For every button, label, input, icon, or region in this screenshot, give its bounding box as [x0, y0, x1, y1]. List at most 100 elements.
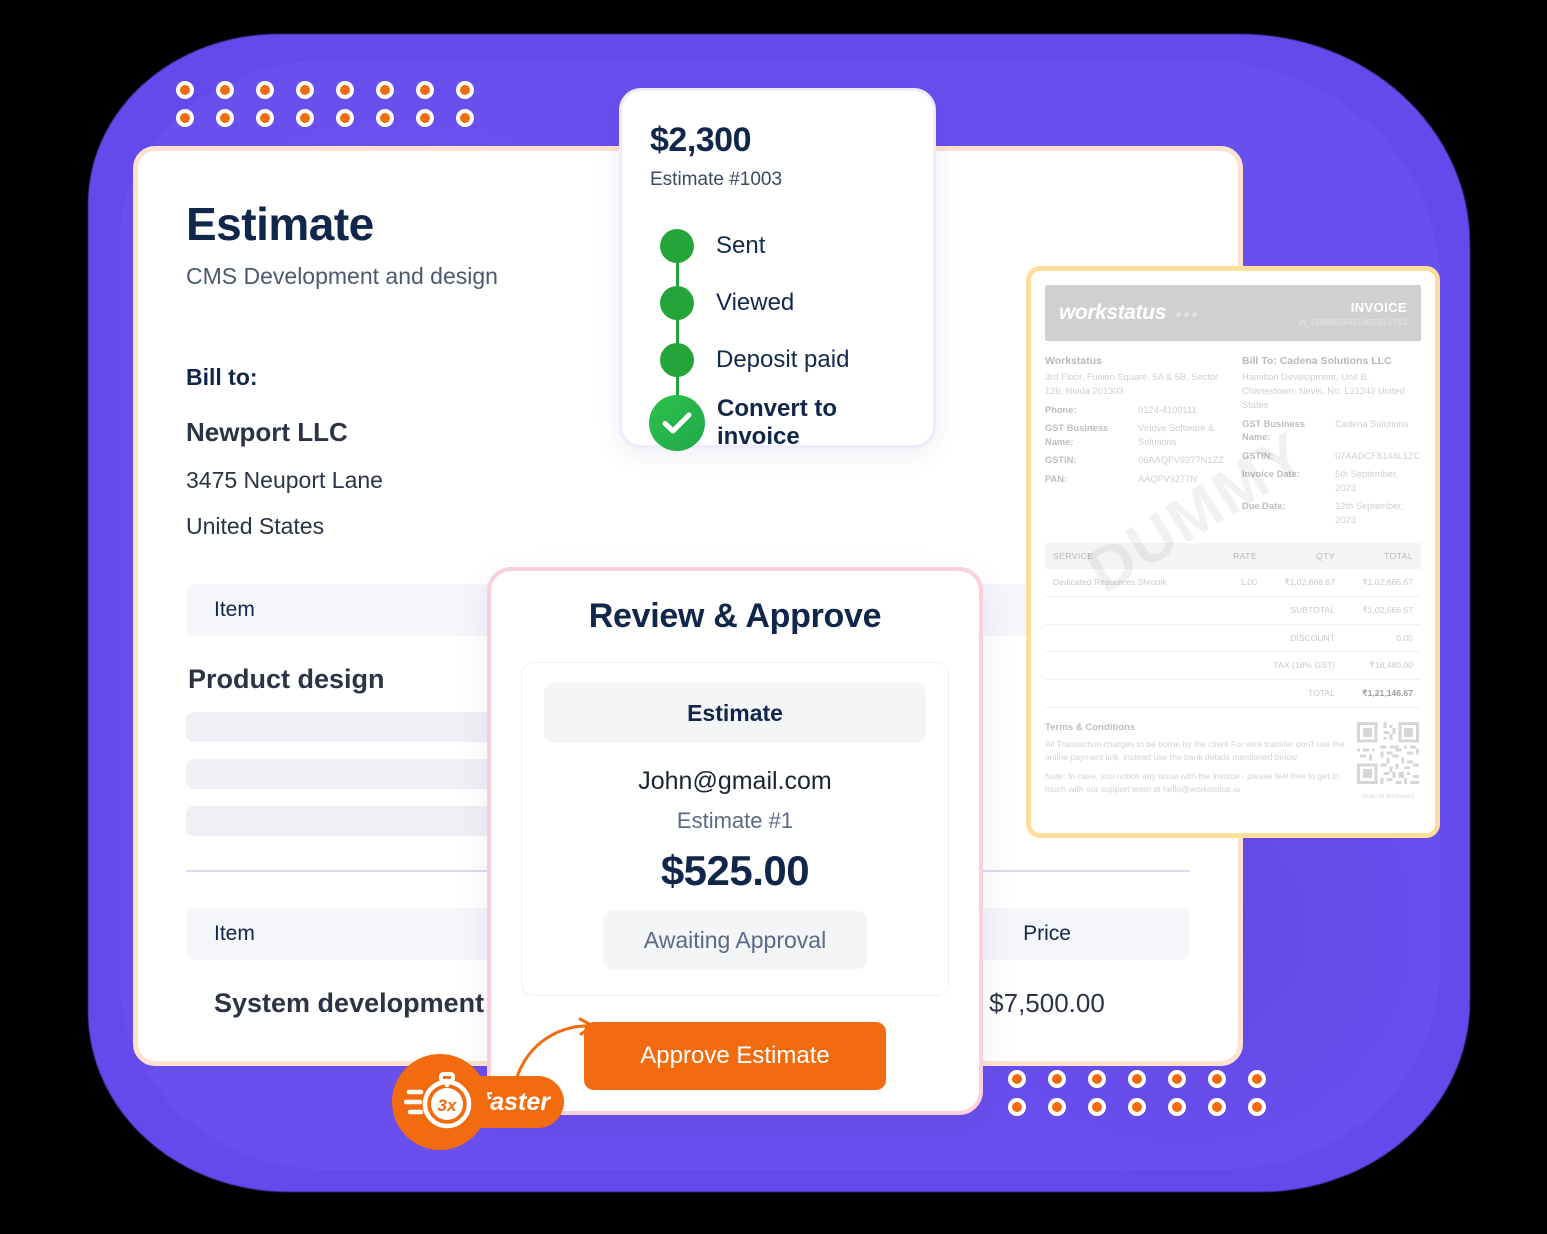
review-estimate-number: Estimate #1 — [676, 808, 794, 833]
three-x-faster-badge: faster 3x — [392, 1017, 595, 1150]
terms-heading: Terms & Conditions — [1045, 722, 1136, 734]
dot — [1248, 1070, 1266, 1088]
estimate-status-card: $2,300 Estimate #1003 Sent Viewed Deposi… — [619, 88, 936, 451]
status-step-convert-to-invoice[interactable]: Convert to invoice — [649, 390, 905, 456]
invoice-summary-row: SUBTOTAL ₹1,02,666.67 — [1045, 597, 1421, 626]
review-details-panel: Estimate John@gmail.com Estimate #1 $525… — [521, 662, 949, 996]
dot — [1208, 1098, 1226, 1116]
td-qty: ₹1,02,666.67 — [1284, 577, 1335, 588]
seller-address: 3rd Floor, Fusion Square, 5A & 5B, Secto… — [1045, 372, 1219, 396]
status-step-sent[interactable]: Sent — [650, 217, 905, 274]
dot — [1008, 1098, 1026, 1116]
qr-code-icon — [1357, 722, 1419, 785]
td-rate: 1.00 — [1240, 577, 1257, 588]
field-value: 0124-4100111 — [1138, 404, 1197, 415]
status-step-deposit-paid[interactable]: Deposit paid — [650, 331, 905, 388]
summary-label: TAX (18% GST) — [1273, 660, 1335, 671]
seller-field: GSTIN: 06AAQFV9277N1ZZ — [1045, 454, 1224, 467]
field-value: 12th September, 2023 — [1335, 501, 1404, 525]
stopwatch-icon: 3x — [392, 1054, 488, 1150]
field-value: 06AAQFV9277N1ZZ — [1138, 455, 1224, 466]
status-estimate-number: Estimate #1003 — [650, 169, 783, 190]
dot — [1048, 1070, 1066, 1088]
buyer-field: GST Business Name: Cadena Solutions — [1242, 418, 1421, 445]
invoice-seller-block: Workstatus 3rd Floor, Fusion Square, 5A … — [1045, 355, 1224, 527]
dot-grid-bottom-right — [1008, 1070, 1266, 1116]
td-service: Dedicated Resources Shronik — [1053, 577, 1167, 588]
dot — [1168, 1070, 1186, 1088]
dot — [1128, 1070, 1146, 1088]
step-label: Deposit paid — [716, 345, 850, 373]
dot — [376, 81, 394, 99]
step-dot-icon — [660, 342, 694, 377]
approve-estimate-button[interactable]: Approve Estimate — [584, 1022, 886, 1090]
dot — [176, 81, 194, 99]
invoice-doc-label: INVOICE — [1350, 299, 1407, 315]
dot — [416, 109, 434, 127]
invoice-summary-row: DISCOUNT 0.00 — [1045, 625, 1421, 653]
buyer-address: Hamilton Development, Unit B, Charlestow… — [1242, 372, 1405, 410]
dot — [216, 109, 234, 127]
field-key: GST Business Name: — [1045, 423, 1109, 447]
step-connector — [676, 261, 679, 287]
summary-label: DISCOUNT — [1290, 633, 1335, 644]
invoice-buyer-block: Bill To: Cadena Solutions LLC Hamilton D… — [1242, 355, 1421, 527]
invoice-parties: Workstatus 3rd Floor, Fusion Square, 5A … — [1045, 355, 1421, 527]
logo-dots-icon — [1176, 312, 1198, 318]
field-value: AAQFV9277N — [1138, 473, 1197, 484]
status-step-viewed[interactable]: Viewed — [650, 274, 905, 331]
dot — [1008, 1070, 1026, 1088]
buyer-field: Due Date: 12th September, 2023 — [1242, 500, 1421, 527]
invoice-doc-number: in_1648565545166236 1712 — [1298, 316, 1407, 327]
step-label: Convert to invoice — [717, 395, 837, 450]
buyer-name: Bill To: Cadena Solutions LLC — [1242, 355, 1392, 367]
step-dot-icon — [660, 228, 694, 263]
invoice-summary-row-total: TOTAL ₹1,21,146.67 — [1045, 680, 1421, 709]
th-qty: QTY — [1316, 551, 1335, 562]
invoice-terms-section: Terms & Conditions All Transaction charg… — [1045, 722, 1421, 800]
invoice-summary-row: TAX (18% GST) ₹18,480.00 — [1045, 652, 1421, 681]
seller-name: Workstatus — [1045, 355, 1102, 367]
dot — [1208, 1070, 1226, 1088]
field-value: Cadena Solutions — [1335, 418, 1409, 429]
field-key: Invoice Date: — [1242, 469, 1300, 480]
status-badge: Awaiting Approval — [603, 911, 867, 969]
invoice-header-bar: workstatus INVOICE in_1648565545166236 1… — [1045, 285, 1421, 341]
field-key: PAN: — [1045, 473, 1068, 484]
dot — [456, 109, 474, 127]
field-key: GST Business Name: — [1242, 418, 1306, 443]
dot — [416, 81, 434, 99]
step-connector — [676, 318, 679, 344]
dot-grid-top-left — [176, 81, 474, 127]
invoice-logo: workstatus — [1059, 301, 1198, 325]
th-service: SERVICE — [1053, 551, 1094, 562]
screenshot-root: Estimate CMS Development and design Bill… — [0, 0, 1547, 1234]
field-value: 07AADCF8144L1ZC — [1335, 450, 1421, 461]
dot — [176, 109, 194, 127]
field-value: 5th September, 2023 — [1335, 469, 1399, 493]
terms-body: All Transaction charges to be borne by t… — [1045, 739, 1345, 763]
summary-label: TOTAL — [1308, 688, 1335, 699]
status-steps-list: Sent Viewed Deposit paid Convert to invo… — [649, 217, 905, 456]
buyer-field: GSTIN: 07AADCF8144L1ZC — [1242, 450, 1421, 463]
dot — [456, 81, 474, 99]
dot — [1168, 1098, 1186, 1116]
th-total: TOTAL — [1384, 551, 1413, 562]
step-label: Sent — [716, 231, 766, 259]
step-dot-icon — [660, 285, 694, 320]
summary-value: ₹1,21,146.67 — [1362, 688, 1413, 699]
badge-multiplier-text: 3x — [438, 1096, 458, 1115]
review-title: Review & Approve — [588, 597, 882, 635]
dot — [256, 81, 274, 99]
dot — [256, 109, 274, 127]
dot — [216, 81, 234, 99]
summary-label: SUBTOTAL — [1290, 605, 1335, 616]
terms-text-block: Terms & Conditions All Transaction charg… — [1045, 722, 1345, 800]
dot — [1248, 1098, 1266, 1116]
invoice-line-items-table: DUMMY SERVICE RATE QTY TOTAL Dedicated R… — [1045, 419, 1421, 709]
dot — [1048, 1098, 1066, 1116]
review-doc-type-chip: Estimate — [544, 683, 926, 743]
